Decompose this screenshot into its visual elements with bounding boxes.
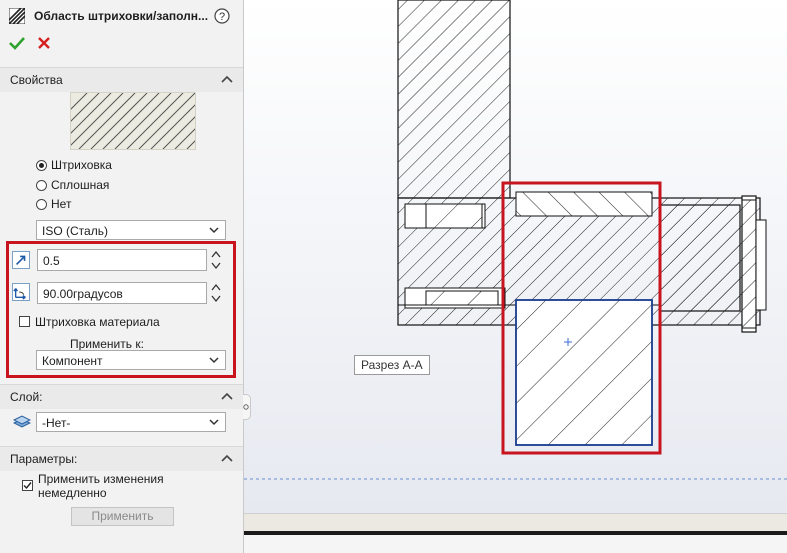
radio-none[interactable]: Нет <box>36 196 71 212</box>
layer-section-header[interactable]: Слой: <box>0 384 243 409</box>
radio-hatch[interactable]: Штриховка <box>36 157 112 173</box>
hatch-preview <box>70 92 196 150</box>
parameters-section-header[interactable]: Параметры: <box>0 446 243 471</box>
property-manager-panel: Область штриховки/заполн... ? Свойства Ш… <box>0 0 243 553</box>
hatch-icon <box>9 8 25 24</box>
panel-title: Область штриховки/заполн... <box>34 9 209 23</box>
chevron-up-icon[interactable] <box>221 392 233 400</box>
apply-immediately-label-line1: Применить изменения <box>38 472 164 486</box>
apply-immediately-checkbox[interactable] <box>22 480 33 491</box>
section-view-drawing[interactable] <box>244 0 787 553</box>
help-icon[interactable]: ? <box>214 8 230 24</box>
drawing-canvas[interactable] <box>244 0 787 553</box>
panel-titlebar: Область штриховки/заполн... ? <box>0 0 243 30</box>
panel-collapse-handle[interactable] <box>243 394 251 420</box>
radio-hatch-label: Штриховка <box>51 158 112 172</box>
chevron-down-icon <box>209 419 219 426</box>
layer-select-value: -Нет- <box>42 416 71 430</box>
chevron-up-icon[interactable] <box>221 454 233 462</box>
radio-none-label: Нет <box>51 197 72 211</box>
properties-section-title: Свойства <box>10 73 63 87</box>
chevron-down-icon <box>209 227 219 234</box>
apply-immediately-label-line2: немедленно <box>38 486 107 500</box>
highlight-frame <box>6 241 236 378</box>
radio-solid-button[interactable] <box>36 179 47 191</box>
section-view-label[interactable]: Разрез А-А <box>354 355 430 375</box>
checkmark-icon <box>23 482 32 490</box>
radio-hatch-button[interactable] <box>36 159 47 171</box>
layers-icon <box>13 415 31 428</box>
properties-section-header[interactable]: Свойства <box>0 67 243 92</box>
radio-none-button[interactable] <box>36 198 47 210</box>
cancel-button[interactable] <box>37 36 51 50</box>
radio-solid[interactable]: Сплошная <box>36 177 109 193</box>
parameters-section-title: Параметры: <box>10 452 78 466</box>
layer-section-title: Слой: <box>10 390 43 404</box>
pattern-select-value: ISO (Сталь) <box>42 224 108 238</box>
svg-text:?: ? <box>219 11 225 23</box>
chevron-up-icon[interactable] <box>221 75 233 83</box>
apply-button[interactable]: Применить <box>71 507 174 526</box>
pattern-select[interactable]: ISO (Сталь) <box>36 220 226 240</box>
radio-solid-label: Сплошная <box>51 178 110 192</box>
layer-select[interactable]: -Нет- <box>36 412 226 432</box>
ok-button[interactable] <box>9 35 25 51</box>
bottom-status-strip <box>244 513 787 553</box>
circle-icon <box>243 404 249 410</box>
